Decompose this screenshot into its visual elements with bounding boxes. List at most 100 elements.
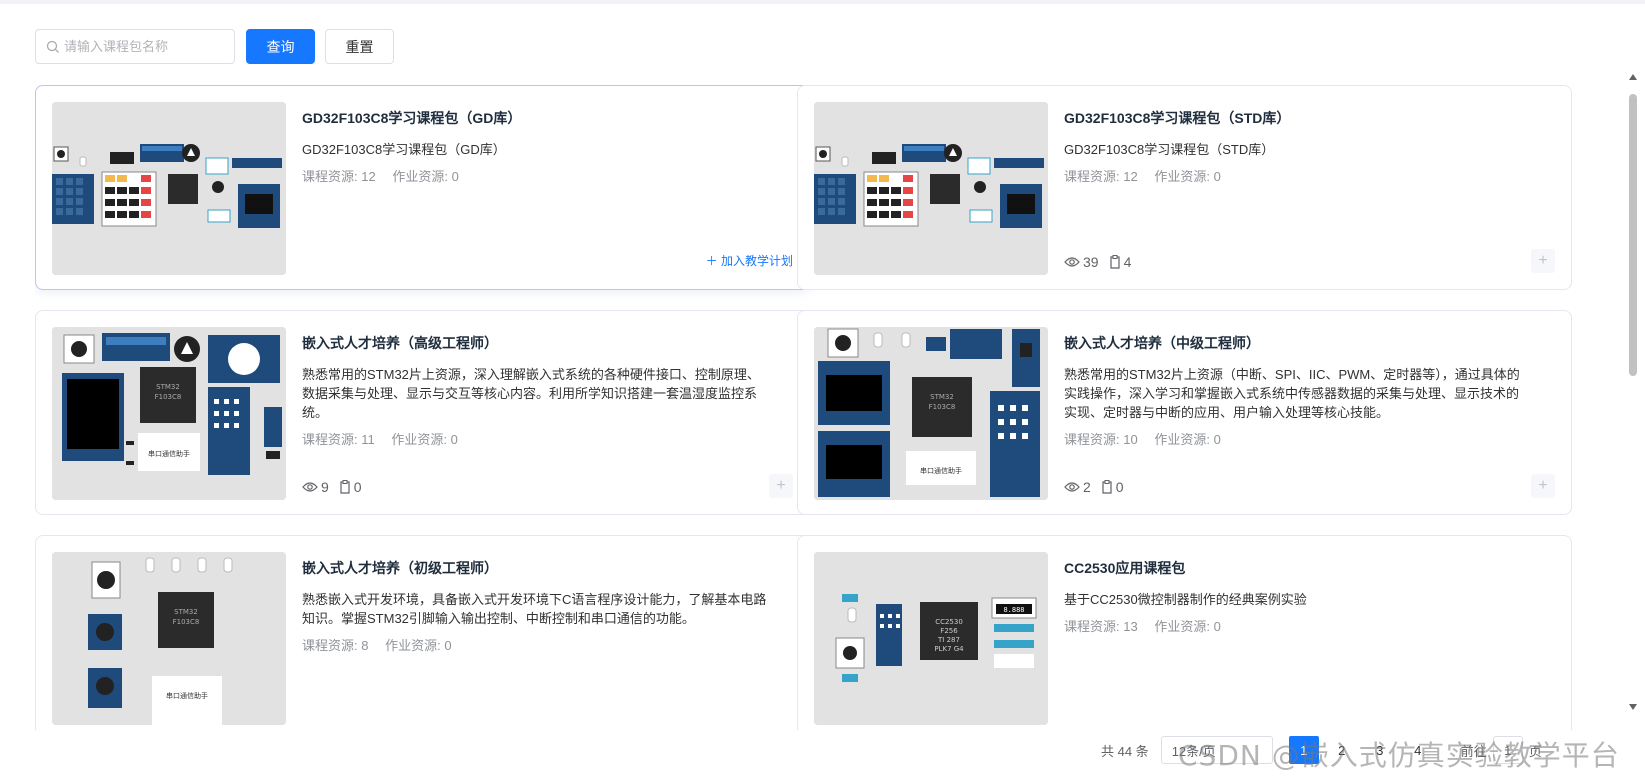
plus-icon: + [1538,477,1548,494]
search-toolbar: 查询 重置 [35,29,394,64]
course-meta: 课程资源: 11 作业资源: 0 [302,429,458,448]
scroll-up-arrow-icon[interactable] [1628,72,1638,82]
course-meta: 课程资源: 12 作业资源: 0 [302,166,459,185]
course-title[interactable]: 嵌入式人才培养（中级工程师） [1064,333,1260,353]
board-kit-illustration: STM32 F103C8 串口通信助手 [52,327,286,500]
clipboard-icon [1109,255,1120,269]
course-cover-image: CC2530 F256 TI 287 PLK7 G4 8.888 [814,552,1048,725]
search-input-wrapper[interactable] [35,29,235,64]
course-meta: 课程资源: 10 作业资源: 0 [1064,429,1221,448]
views-stat: 39 [1064,254,1099,270]
eye-icon [1064,482,1080,492]
course-meta: 课程资源: 8 作业资源: 0 [302,635,452,654]
course-resources: 课程资源: 12 [1064,169,1138,184]
goto-page-input[interactable]: 1 [1492,736,1523,764]
svg-text:F256: F256 [940,627,958,635]
course-title[interactable]: 嵌入式人才培养（高级工程师） [302,333,498,353]
course-resources: 课程资源: 10 [1064,432,1138,447]
views-stat: 2 [1064,479,1091,495]
plus-icon: + [1538,252,1548,269]
course-resources: 课程资源: 8 [302,638,369,653]
svg-text:STM32: STM32 [930,393,954,401]
add-to-teaching-plan-link[interactable]: ＋ 加入教学计划 [706,252,793,269]
course-title[interactable]: GD32F103C8学习课程包（STD库） [1064,108,1290,128]
svg-text:串口通信助手: 串口通信助手 [166,691,208,700]
goto-label: 前往 [1460,743,1487,759]
course-card[interactable]: GD32F103C8学习课程包（GD库） GD32F103C8学习课程包（GD库… [35,85,810,290]
clipboard-icon [340,480,350,494]
homework-resources: 作业资源: 0 [391,432,458,447]
query-button[interactable]: 查询 [246,29,315,64]
plus-icon: + [776,477,786,494]
svg-text:TI 287: TI 287 [937,636,960,644]
board-kit-illustration: CC2530 F256 TI 287 PLK7 G4 8.888 [814,552,1048,725]
scroll-down-arrow-icon[interactable] [1628,702,1638,712]
course-card[interactable]: STM32 F103C8 串口通信助手 嵌入式人才培养（高级工程师） 熟悉常用的… [35,310,810,515]
svg-text:8.888: 8.888 [1003,606,1024,614]
svg-text:PLK7 G4: PLK7 G4 [934,645,964,653]
course-package-grid: GD32F103C8学习课程包（GD库） GD32F103C8学习课程包（GD库… [35,85,1615,730]
favorites-stat: 0 [339,479,362,495]
course-stats: 2 0 [1064,479,1134,495]
scrollbar-thumb[interactable] [1629,94,1637,376]
svg-text:F103C8: F103C8 [173,618,200,626]
homework-resources: 作业资源: 0 [1154,169,1221,184]
svg-text:串口通信助手: 串口通信助手 [920,466,962,475]
board-kit-illustration [52,102,286,275]
course-meta: 课程资源: 13 作业资源: 0 [1064,616,1221,635]
total-count: 共 44 条 [1101,743,1149,759]
course-cover-image: STM32 F103C8 串口通信助手 [52,327,286,500]
page-size-select[interactable]: 12条/页 [1160,736,1273,764]
course-title[interactable]: 嵌入式人才培养（初级工程师） [302,558,498,578]
goto-suffix: 页 [1528,743,1542,759]
homework-resources: 作业资源: 0 [1154,619,1221,634]
page-button[interactable]: 3 [1365,736,1395,764]
page-button[interactable]: 4 [1403,736,1433,764]
eye-icon [302,482,318,492]
course-meta: 课程资源: 12 作业资源: 0 [1064,166,1221,185]
homework-resources: 作业资源: 0 [385,638,452,653]
course-description: GD32F103C8学习课程包（STD库） [1064,142,1275,157]
svg-text:串口通信助手: 串口通信助手 [148,449,190,458]
eye-icon [1064,257,1080,267]
course-stats: 9 0 [302,479,372,495]
search-icon [46,40,59,53]
course-resources: 课程资源: 12 [302,169,376,184]
views-stat: 9 [302,479,329,495]
svg-text:STM32: STM32 [156,383,180,391]
course-title[interactable]: CC2530应用课程包 [1064,558,1185,578]
board-kit-illustration: STM32 F103C8 串口通信助手 [52,552,286,725]
homework-resources: 作业资源: 0 [392,169,459,184]
favorites-stat: 4 [1109,254,1131,270]
svg-text:STM32: STM32 [174,608,198,616]
course-description: 熟悉常用的STM32片上资源（中断、SPI、IIC、PWM、定时器等），通过具体… [1064,367,1520,420]
page-button[interactable]: 1 [1288,736,1319,764]
board-kit-illustration: STM32 F103C8 串口通信助手 [814,327,1048,500]
pagination: 共 44 条 12条/页 1 2 3 4 前往 1 页 [1101,736,1542,764]
course-resources: 课程资源: 13 [1064,619,1138,634]
favorites-stat: 0 [1101,479,1124,495]
course-card[interactable]: GD32F103C8学习课程包（STD库） GD32F103C8学习课程包（ST… [797,85,1572,290]
course-description: GD32F103C8学习课程包（GD库） [302,142,506,157]
search-input[interactable] [64,39,234,54]
course-card[interactable]: STM32 F103C8 串口通信助手 嵌入式人才培养（初级工程师） 熟悉嵌入式… [35,535,810,730]
top-strip [0,0,1645,4]
course-cover-image [52,102,286,275]
plus-icon: ＋ [705,254,718,268]
course-description: 熟悉嵌入式开发环境，具备嵌入式开发环境下C语言程序设计能力，了解基本电路知识。掌… [302,592,767,626]
add-button[interactable]: + [1531,474,1555,498]
course-stats: 39 4 [1064,254,1141,270]
course-title[interactable]: GD32F103C8学习课程包（GD库） [302,108,521,128]
svg-text:F103C8: F103C8 [155,393,182,401]
reset-button[interactable]: 重置 [325,29,394,64]
svg-text:CC2530: CC2530 [935,618,963,626]
add-button[interactable]: + [1531,249,1555,273]
course-card[interactable]: CC2530 F256 TI 287 PLK7 G4 8.888 CC2530应… [797,535,1572,730]
add-button[interactable]: + [769,474,793,498]
course-card[interactable]: STM32 F103C8 串口通信助手 嵌入式人才培养（中级工程师） 熟悉常用的… [797,310,1572,515]
homework-resources: 作业资源: 0 [1154,432,1221,447]
course-resources: 课程资源: 11 [302,432,375,447]
board-kit-illustration [814,102,1048,275]
course-description: 熟悉常用的STM32片上资源，深入理解嵌入式系统的各种硬件接口、控制原理、数据采… [302,367,760,420]
page-button[interactable]: 2 [1327,736,1357,764]
